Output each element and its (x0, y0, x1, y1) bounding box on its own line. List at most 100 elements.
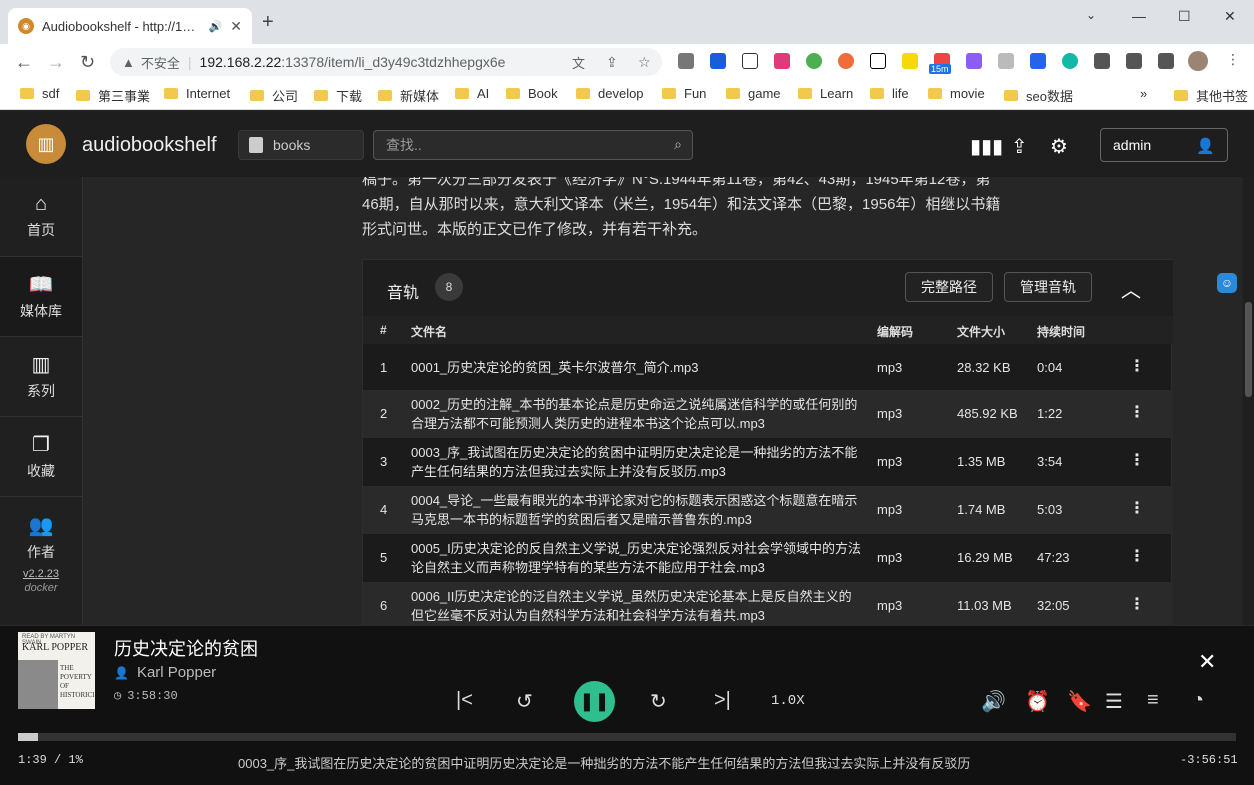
bookmark-folder[interactable]: movie (928, 86, 985, 101)
bookmark-folder[interactable]: 下载 (314, 86, 362, 105)
player-author[interactable]: 👤 Karl Popper (114, 664, 216, 681)
chat-widget-icon[interactable]: ☺ (1217, 273, 1237, 293)
sidepanel-icon[interactable] (1158, 53, 1174, 69)
upload-icon[interactable]: ⇪ (1011, 134, 1028, 159)
volume-icon[interactable]: 🔊 (981, 689, 1006, 714)
track-menu-icon[interactable]: ⋮ (1129, 594, 1145, 614)
translate-ext-icon[interactable] (774, 53, 790, 69)
bookmark-label: Learn (820, 86, 854, 101)
rewind-10-icon[interactable]: ↺ (516, 689, 533, 714)
track-menu-icon[interactable]: ⋮ (1129, 402, 1145, 422)
browser-tab[interactable]: ◉ Audiobookshelf - http://1… 🔊 ✕ (8, 8, 252, 44)
r-ext-icon[interactable] (870, 53, 886, 69)
user-icon: 👤 (1196, 138, 1215, 155)
search-input[interactable]: 查找.. ⌕ (373, 130, 693, 160)
puzzle-ext-icon[interactable] (1094, 53, 1110, 69)
library-selector[interactable]: books (238, 130, 364, 160)
bookmark-folder[interactable]: AI (455, 86, 489, 101)
manage-tracks-button[interactable]: 管理音轨 (1004, 272, 1092, 302)
share-icon[interactable]: ⇪ (606, 54, 618, 71)
table-row: 6 0006_II历史决定论的泛自然主义学说_虽然历史决定论基本上是反自然主义的… (363, 582, 1173, 625)
sidebar-item-authors[interactable]: 👥 作者 (0, 497, 82, 577)
maximize-button[interactable]: ☐ (1178, 8, 1191, 25)
track-menu-icon[interactable]: ⋮ (1129, 450, 1145, 470)
sidebar-item-library[interactable]: 📖 媒体库 (0, 257, 82, 337)
book-icon (249, 137, 263, 153)
sleep-timer-icon[interactable]: ⏰ (1025, 689, 1050, 714)
download-ext-icon[interactable] (678, 53, 694, 69)
back-icon[interactable]: ← (15, 52, 33, 73)
sidebar-item-series[interactable]: ▥ 系列 (0, 337, 82, 417)
tab-title: Audiobookshelf - http://1… (42, 18, 196, 34)
forward-icon[interactable]: → (47, 52, 65, 73)
version-link[interactable]: v2.2.23 (0, 568, 82, 580)
purple-ext-icon[interactable] (966, 53, 982, 69)
shield-ext-icon[interactable] (1030, 53, 1046, 69)
folder-icon (20, 88, 34, 99)
scrollbar-thumb[interactable] (1245, 302, 1252, 397)
new-tab-button[interactable]: + (262, 12, 274, 32)
next-chapter-icon[interactable]: >| (714, 689, 731, 712)
sidebar-item-collections[interactable]: ❐ 收藏 (0, 417, 82, 497)
bookmark-folder[interactable]: Internet (164, 86, 230, 101)
menu-kebab-icon[interactable]: ⋮ (1226, 51, 1242, 67)
chapters-list-icon[interactable]: ☰ (1105, 689, 1123, 714)
settings-gear-icon[interactable]: ⚙ (1050, 134, 1068, 159)
bookmark-folder[interactable]: life (870, 86, 909, 101)
playback-rate[interactable]: 1.0X (771, 693, 805, 709)
close-player-icon[interactable]: ✕ (1198, 649, 1216, 675)
forward-10-icon[interactable]: ↻ (650, 689, 667, 714)
track-menu-icon[interactable]: ⋮ (1129, 356, 1145, 376)
brand-name[interactable]: audiobookshelf (82, 134, 217, 157)
queue-icon[interactable]: ≡ (1147, 689, 1159, 712)
bitwarden-ext-icon[interactable] (710, 53, 726, 69)
media-control-icon[interactable] (1126, 53, 1142, 69)
audiobookshelf-logo-icon[interactable]: ▥ (26, 124, 66, 164)
bookmark-folder[interactable]: Book (506, 86, 558, 101)
close-window-button[interactable]: ✕ (1224, 8, 1236, 25)
bookmark-star-icon[interactable]: ☆ (638, 54, 651, 71)
shield-outline-ext-icon[interactable] (998, 53, 1014, 69)
tab-search-icon[interactable]: ⌄ (1086, 8, 1096, 22)
previous-chapter-icon[interactable]: |< (456, 689, 473, 712)
track-duration: 0:04 (1037, 360, 1063, 375)
bookmark-folder[interactable]: 第三事業 (76, 86, 150, 105)
bookmark-folder[interactable]: sdf (20, 86, 59, 101)
sidebar-item-home[interactable]: ⌂ 首页 (0, 177, 82, 257)
bookmark-folder[interactable]: game (726, 86, 781, 101)
bookmark-folder[interactable]: Learn (798, 86, 853, 101)
history-icon[interactable]: ◔ (1192, 689, 1204, 712)
bookmark-folder[interactable]: 公司 (250, 86, 298, 105)
tab-close-icon[interactable]: ✕ (230, 18, 242, 35)
address-bar[interactable]: ▲ 不安全 | 192.168.2.22:13378/item/li_d3y49… (110, 48, 662, 76)
orange-ext-icon[interactable] (838, 53, 854, 69)
minimize-button[interactable]: — (1132, 8, 1146, 24)
track-menu-icon[interactable]: ⋮ (1129, 546, 1145, 566)
bookmark-folder[interactable]: develop (576, 86, 644, 101)
r-yellow-ext-icon[interactable] (902, 53, 918, 69)
bookmark-icon[interactable]: 🔖 (1067, 689, 1092, 714)
other-bookmarks[interactable]: 其他书签 (1174, 86, 1248, 105)
stats-icon[interactable]: ▮▮▮ (970, 134, 1003, 159)
tracks-header[interactable]: 音轨 8 完整路径 管理音轨 ︿ (363, 260, 1173, 316)
page-scrollbar[interactable] (1243, 177, 1254, 625)
player-title[interactable]: 历史决定论的贫困 (114, 635, 258, 661)
bookmark-folder[interactable]: seo数据 (1004, 86, 1073, 105)
plant-ext-icon[interactable] (806, 53, 822, 69)
bookmark-folder[interactable]: Fun (662, 86, 706, 101)
progress-track[interactable] (18, 733, 1236, 741)
track-menu-icon[interactable]: ⋮ (1129, 498, 1145, 518)
book-cover[interactable]: READ BY MARTYN SWAIN KARL POPPER THE POV… (18, 632, 95, 709)
bookmark-folder[interactable]: 新媒体 (378, 86, 439, 105)
table-row: 3 0003_序_我试图在历史决定论的贫困中证明历史决定论是一种拙劣的方法不能产… (363, 438, 1173, 486)
bookmarks-overflow-icon[interactable]: » (1140, 86, 1147, 101)
translate-icon[interactable]: 文 (572, 53, 585, 72)
profile-avatar[interactable] (1188, 51, 1208, 71)
c-ext-icon[interactable] (1062, 53, 1078, 69)
notion-ext-icon[interactable] (742, 53, 758, 69)
reload-icon[interactable]: ↻ (80, 52, 95, 73)
pause-button[interactable]: ❚❚ (574, 681, 615, 722)
chevron-up-icon[interactable]: ︿ (1121, 274, 1141, 303)
full-path-button[interactable]: 完整路径 (905, 272, 993, 302)
user-menu-button[interactable]: admin 👤 (1100, 128, 1228, 162)
